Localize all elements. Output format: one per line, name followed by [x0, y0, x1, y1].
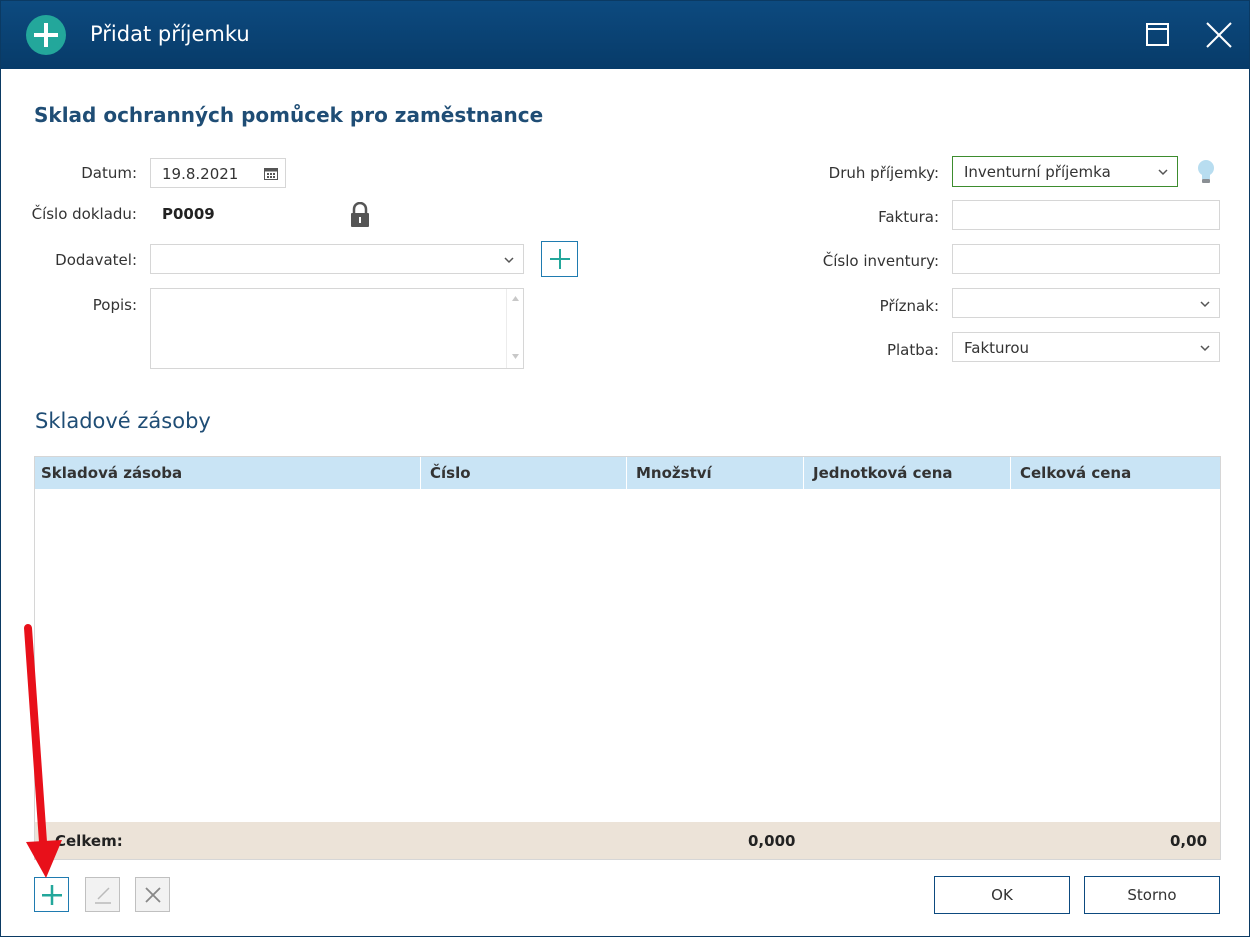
- total-label: Celkem:: [55, 832, 123, 850]
- chevron-down-icon: [1158, 169, 1168, 176]
- flag-label: Příznak:: [879, 297, 939, 315]
- inventory-number-field[interactable]: [952, 244, 1220, 274]
- doc-number-value: P0009: [162, 205, 215, 223]
- lightbulb-icon[interactable]: [1196, 158, 1216, 186]
- warehouse-heading: Sklad ochranných pomůcek pro zaměstnance: [34, 103, 544, 127]
- pencil-icon: [95, 887, 111, 904]
- inventory-number-label: Číslo inventury:: [822, 252, 939, 270]
- chevron-down-icon: [1200, 345, 1210, 352]
- ok-button[interactable]: OK: [934, 876, 1070, 914]
- stock-section-title: Skladové zásoby: [35, 409, 211, 433]
- maximize-icon[interactable]: [1146, 23, 1169, 46]
- column-divider: [626, 457, 627, 489]
- total-quantity: 0,000: [748, 832, 796, 850]
- edit-item-button[interactable]: [85, 877, 120, 912]
- receipt-type-label: Druh příjemky:: [828, 164, 939, 182]
- supplier-label: Dodavatel:: [55, 251, 137, 269]
- payment-value: Fakturou: [964, 339, 1030, 357]
- add-circle-icon: [26, 15, 66, 55]
- column-divider: [803, 457, 804, 489]
- delete-item-button[interactable]: [135, 877, 170, 912]
- column-header-number[interactable]: Číslo: [430, 464, 471, 482]
- close-icon[interactable]: [1205, 21, 1233, 49]
- invoice-field[interactable]: [952, 200, 1220, 230]
- payment-select[interactable]: Fakturou: [952, 332, 1220, 362]
- dialog-window: Přidat příjemku Sklad ochranných pomůcek…: [0, 0, 1250, 937]
- column-header-unit-price[interactable]: Jednotková cena: [813, 464, 953, 482]
- description-label: Popis:: [92, 296, 137, 314]
- add-item-button[interactable]: [34, 877, 69, 912]
- title-bar: Přidat příjemku: [1, 1, 1249, 69]
- plus-icon: [42, 885, 62, 905]
- doc-number-label: Číslo dokladu:: [31, 205, 137, 223]
- grid-header: Skladová zásoba Číslo Množství Jednotkov…: [35, 457, 1220, 489]
- description-textarea[interactable]: [150, 288, 524, 369]
- column-divider: [420, 457, 421, 489]
- window-title: Přidat příjemku: [90, 22, 250, 46]
- flag-select[interactable]: [952, 288, 1220, 318]
- date-field[interactable]: 19.8.2021: [150, 158, 286, 188]
- stock-grid[interactable]: Skladová zásoba Číslo Množství Jednotkov…: [34, 456, 1221, 860]
- column-header-stock-item[interactable]: Skladová zásoba: [41, 464, 182, 482]
- lock-icon[interactable]: [350, 202, 370, 228]
- column-header-quantity[interactable]: Množství: [636, 464, 712, 482]
- calendar-icon[interactable]: [264, 167, 278, 180]
- scroll-down-icon[interactable]: [512, 354, 519, 359]
- chevron-down-icon: [504, 257, 514, 264]
- delete-x-icon: [145, 887, 161, 903]
- column-header-total-price[interactable]: Celková cena: [1020, 464, 1131, 482]
- total-price: 0,00: [1170, 832, 1208, 850]
- textarea-scrollbar[interactable]: [506, 289, 523, 368]
- date-value: 19.8.2021: [162, 165, 239, 183]
- chevron-down-icon: [1200, 301, 1210, 308]
- receipt-type-value: Inventurní příjemka: [964, 163, 1111, 181]
- supplier-select[interactable]: [150, 244, 524, 274]
- invoice-label: Faktura:: [878, 208, 939, 226]
- grid-totals-row: Celkem: 0,000 0,00: [35, 822, 1220, 859]
- scroll-up-icon[interactable]: [512, 296, 519, 301]
- cancel-button[interactable]: Storno: [1084, 876, 1220, 914]
- receipt-type-select[interactable]: Inventurní příjemka: [952, 156, 1178, 187]
- date-label: Datum:: [81, 164, 137, 182]
- column-divider: [1010, 457, 1011, 489]
- add-supplier-button[interactable]: [541, 241, 578, 277]
- payment-label: Platba:: [886, 341, 939, 359]
